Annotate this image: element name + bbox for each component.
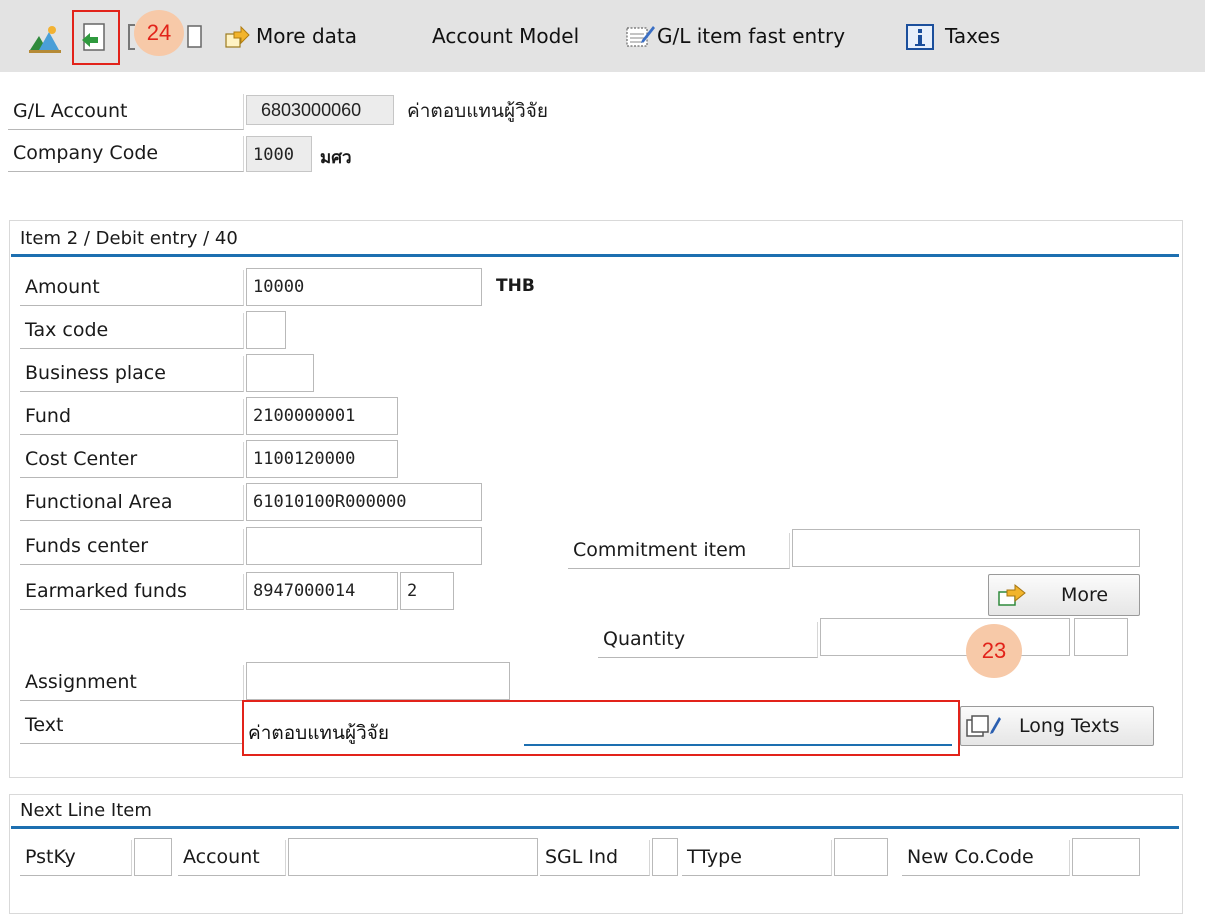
tax-code-field[interactable] — [246, 311, 286, 349]
cost-center-label: Cost Center — [20, 442, 244, 478]
amount-field[interactable]: 10000 — [246, 268, 482, 306]
account-model-button[interactable]: Account Model — [432, 24, 579, 48]
item-group-rule — [11, 254, 1179, 257]
company-code-field: 1000 — [246, 136, 312, 172]
earmarked-item-field[interactable]: 2 — [400, 572, 454, 610]
functional-area-label: Functional Area — [20, 485, 244, 521]
assignment-field[interactable] — [246, 662, 510, 700]
gl-account-description: ค่าตอบแทนผู้วิจัย — [407, 100, 549, 122]
company-code-label: Company Code — [8, 136, 244, 172]
next-line-title: Next Line Item — [20, 800, 152, 821]
cost-center-field[interactable]: 1100120000 — [246, 440, 398, 478]
next-line-rule — [11, 826, 1179, 829]
ttype-label: TType — [682, 840, 832, 876]
more-button[interactable]: More — [988, 574, 1140, 616]
gl-account-label: G/L Account — [8, 94, 244, 130]
gl-fast-entry-button[interactable]: G/L item fast entry — [657, 24, 845, 48]
info-icon[interactable] — [906, 24, 934, 50]
more-arrow-icon — [997, 582, 1027, 608]
highlight-box-previous — [72, 10, 120, 65]
overview-icon[interactable] — [28, 24, 62, 54]
long-texts-label: Long Texts — [1019, 715, 1120, 737]
quantity-unit-field[interactable] — [1074, 618, 1128, 656]
company-code-description: มศว — [320, 148, 352, 168]
account-label: Account — [178, 840, 286, 876]
commitment-item-field[interactable] — [792, 529, 1140, 567]
ttype-field[interactable] — [834, 838, 888, 876]
assignment-label: Assignment — [20, 665, 244, 701]
account-field[interactable] — [288, 838, 538, 876]
funds-center-label: Funds center — [20, 529, 244, 565]
new-cocode-label: New Co.Code — [902, 840, 1070, 876]
callout-24: 24 — [134, 10, 184, 56]
highlight-box-text — [242, 700, 960, 756]
earmarked-funds-label: Earmarked funds — [20, 574, 244, 610]
fund-field[interactable]: 2100000001 — [246, 397, 398, 435]
currency-label: THB — [496, 276, 535, 296]
callout-23: 23 — [966, 624, 1022, 678]
next-item-icon[interactable] — [186, 24, 204, 50]
more-button-label: More — [1061, 584, 1109, 606]
quantity-label: Quantity — [598, 622, 818, 658]
gl-account-field: 6803000060 — [246, 95, 394, 125]
long-texts-button[interactable]: Long Texts — [960, 706, 1154, 746]
sgl-ind-field[interactable] — [652, 838, 678, 876]
business-place-field[interactable] — [246, 354, 314, 392]
more-data-icon[interactable] — [224, 24, 250, 50]
business-place-label: Business place — [20, 356, 244, 392]
sgl-ind-label: SGL Ind — [540, 840, 650, 876]
amount-label: Amount — [20, 270, 244, 306]
pstky-label: PstKy — [20, 840, 132, 876]
tax-code-label: Tax code — [20, 313, 244, 349]
taxes-button[interactable]: Taxes — [945, 24, 1000, 48]
fast-entry-icon[interactable] — [624, 22, 656, 50]
funds-center-field[interactable] — [246, 527, 482, 565]
item-group-title: Item 2 / Debit entry / 40 — [20, 228, 238, 249]
pstky-field[interactable] — [134, 838, 172, 876]
commitment-item-label: Commitment item — [568, 533, 790, 569]
more-data-button[interactable]: More data — [256, 24, 357, 48]
new-cocode-field[interactable] — [1072, 838, 1140, 876]
text-label: Text — [20, 708, 244, 744]
quantity-field[interactable] — [820, 618, 1070, 656]
fund-label: Fund — [20, 399, 244, 435]
functional-area-field[interactable]: 61010100R000000 — [246, 483, 482, 521]
long-texts-icon — [965, 713, 1005, 739]
earmarked-funds-field[interactable]: 8947000014 — [246, 572, 398, 610]
